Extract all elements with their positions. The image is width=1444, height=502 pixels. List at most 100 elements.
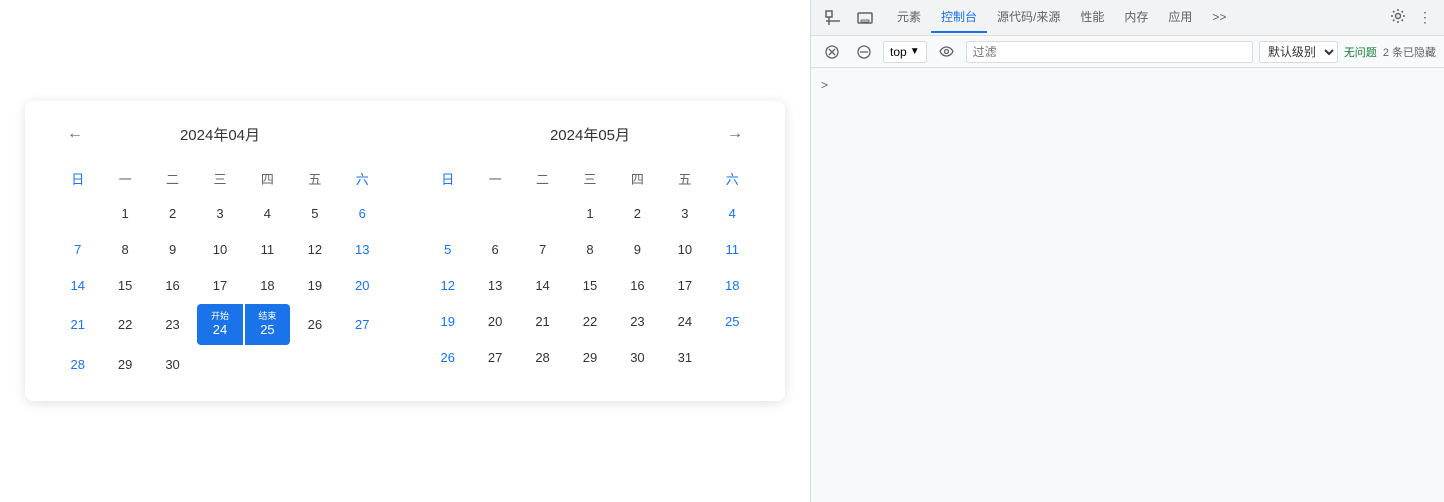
april-header-wed: 三 <box>197 163 242 194</box>
may-day-6[interactable]: 6 <box>472 232 517 266</box>
april-empty-5 <box>245 347 290 381</box>
april-day-17[interactable]: 17 <box>197 268 242 302</box>
april-day-5[interactable]: 5 <box>292 196 337 230</box>
tab-memory[interactable]: 内存 <box>1114 2 1158 33</box>
april-day-6[interactable]: 6 <box>340 196 385 230</box>
april-day-26[interactable]: 26 <box>292 304 337 345</box>
april-day-10[interactable]: 10 <box>197 232 242 266</box>
april-day-21[interactable]: 21 <box>55 304 100 345</box>
may-day-11[interactable]: 11 <box>710 232 755 266</box>
start-label: 开始 <box>211 312 229 321</box>
may-header-sun: 日 <box>425 163 470 194</box>
may-day-15[interactable]: 15 <box>567 268 612 302</box>
clear-console-btn[interactable] <box>819 41 845 63</box>
may-day-25[interactable]: 25 <box>710 304 755 338</box>
april-day-1[interactable]: 1 <box>102 196 147 230</box>
next-month-btn[interactable]: → <box>719 121 751 147</box>
tab-application[interactable]: 应用 <box>1158 2 1202 33</box>
start-num: 24 <box>213 322 227 337</box>
april-day-24-start[interactable]: 开始 24 <box>197 304 242 345</box>
may-day-31[interactable]: 31 <box>662 340 707 374</box>
may-day-4[interactable]: 4 <box>710 196 755 230</box>
april-day-30[interactable]: 30 <box>150 347 195 381</box>
april-day-empty-1 <box>55 196 100 230</box>
april-day-19[interactable]: 19 <box>292 268 337 302</box>
may-day-7[interactable]: 7 <box>520 232 565 266</box>
may-day-28[interactable]: 28 <box>520 340 565 374</box>
april-day-12[interactable]: 12 <box>292 232 337 266</box>
april-day-13[interactable]: 13 <box>340 232 385 266</box>
april-day-29[interactable]: 29 <box>102 347 147 381</box>
may-day-3[interactable]: 3 <box>662 196 707 230</box>
april-day-28[interactable]: 28 <box>55 347 100 381</box>
april-day-8[interactable]: 8 <box>102 232 147 266</box>
may-day-16[interactable]: 16 <box>615 268 660 302</box>
april-header-sun: 日 <box>55 163 100 194</box>
may-grid: 日 一 二 三 四 五 六 1 2 3 4 5 6 7 8 9 <box>425 163 755 374</box>
may-empty-2 <box>472 196 517 230</box>
may-day-24[interactable]: 24 <box>662 304 707 338</box>
april-day-14[interactable]: 14 <box>55 268 100 302</box>
may-day-26[interactable]: 26 <box>425 340 470 374</box>
may-day-10[interactable]: 10 <box>662 232 707 266</box>
april-day-22[interactable]: 22 <box>102 304 147 345</box>
eye-btn[interactable] <box>933 42 960 61</box>
may-header: ← 2024年05月 → <box>425 121 755 147</box>
tab-sources[interactable]: 源代码/来源 <box>987 2 1070 33</box>
prev-month-btn[interactable]: ← <box>59 121 91 147</box>
tab-more[interactable]: >> <box>1202 4 1236 32</box>
may-day-21[interactable]: 21 <box>520 304 565 338</box>
april-day-16[interactable]: 16 <box>150 268 195 302</box>
april-day-3[interactable]: 3 <box>197 196 242 230</box>
may-day-14[interactable]: 14 <box>520 268 565 302</box>
may-day-22[interactable]: 22 <box>567 304 612 338</box>
may-header-tue: 二 <box>520 163 565 194</box>
april-grid: 日 一 二 三 四 五 六 1 2 3 4 5 6 7 8 9 10 <box>55 163 385 381</box>
may-day-12[interactable]: 12 <box>425 268 470 302</box>
may-day-9[interactable]: 9 <box>615 232 660 266</box>
may-day-5[interactable]: 5 <box>425 232 470 266</box>
april-day-4[interactable]: 4 <box>245 196 290 230</box>
april-calendar: ← 2024年04月 → 日 一 二 三 四 五 六 1 2 3 4 5 6 <box>55 121 385 381</box>
console-content: > <box>811 68 1444 502</box>
may-day-8[interactable]: 8 <box>567 232 612 266</box>
filter-input[interactable] <box>966 41 1253 63</box>
april-day-11[interactable]: 11 <box>245 232 290 266</box>
may-day-17[interactable]: 17 <box>662 268 707 302</box>
context-selector[interactable]: top ▼ <box>883 41 927 63</box>
log-level-select[interactable]: 默认级别 <box>1259 41 1338 63</box>
april-day-15[interactable]: 15 <box>102 268 147 302</box>
april-empty-6 <box>292 347 337 381</box>
may-empty-1 <box>425 196 470 230</box>
april-day-7[interactable]: 7 <box>55 232 100 266</box>
gear-btn[interactable] <box>1386 4 1410 31</box>
may-day-2[interactable]: 2 <box>615 196 660 230</box>
inspect-icon-btn[interactable] <box>819 6 847 30</box>
console-expand-btn[interactable]: > <box>819 76 830 94</box>
may-day-1[interactable]: 1 <box>567 196 612 230</box>
april-day-9[interactable]: 9 <box>150 232 195 266</box>
april-day-27[interactable]: 27 <box>340 304 385 345</box>
devtools-top-toolbar: 元素 控制台 源代码/来源 性能 内存 应用 >> ⋮ <box>811 0 1444 36</box>
tab-elements[interactable]: 元素 <box>887 2 931 33</box>
tab-console[interactable]: 控制台 <box>931 2 987 33</box>
april-day-2[interactable]: 2 <box>150 196 195 230</box>
may-day-23[interactable]: 23 <box>615 304 660 338</box>
may-day-29[interactable]: 29 <box>567 340 612 374</box>
tab-performance[interactable]: 性能 <box>1070 2 1114 33</box>
april-day-25-end[interactable]: 结束 25 <box>245 304 290 345</box>
may-day-20[interactable]: 20 <box>472 304 517 338</box>
may-day-27[interactable]: 27 <box>472 340 517 374</box>
april-header-sat: 六 <box>340 163 385 194</box>
april-day-23[interactable]: 23 <box>150 304 195 345</box>
may-day-19[interactable]: 19 <box>425 304 470 338</box>
may-header-thu: 四 <box>615 163 660 194</box>
april-day-18[interactable]: 18 <box>245 268 290 302</box>
block-btn[interactable] <box>851 41 877 63</box>
device-icon-btn[interactable] <box>851 6 879 30</box>
may-day-13[interactable]: 13 <box>472 268 517 302</box>
may-day-30[interactable]: 30 <box>615 340 660 374</box>
may-day-18[interactable]: 18 <box>710 268 755 302</box>
april-day-20[interactable]: 20 <box>340 268 385 302</box>
more-options-btn[interactable]: ⋮ <box>1414 5 1436 30</box>
